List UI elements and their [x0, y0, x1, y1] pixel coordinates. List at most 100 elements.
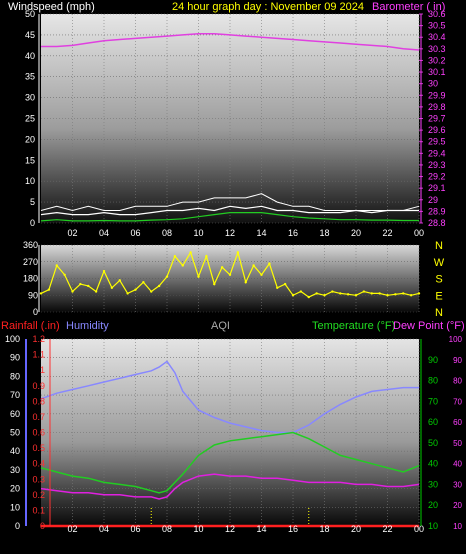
barometer-y-tick-label: 29.3: [428, 160, 446, 170]
wind-direction-point: [63, 273, 66, 276]
dewpoint-y-tick-label: 60: [453, 418, 462, 427]
wind-direction-point: [94, 290, 98, 293]
rainfall-y-tick-label: 0.9: [32, 381, 45, 391]
x-tick-label: 00: [414, 228, 424, 238]
x-tick-label: 14: [256, 524, 266, 534]
compass-label: N: [435, 240, 443, 252]
wind-direction-point: [173, 254, 177, 258]
temperature-y-tick-label: 70: [428, 396, 438, 406]
wind-y-tick-label: 10: [25, 176, 35, 186]
wind-direction-point: [244, 281, 247, 284]
wind-y-tick-label: 0: [30, 218, 35, 228]
temperature-y-tick-label: 90: [428, 355, 438, 365]
compass-label: W: [434, 257, 445, 269]
wind-direction-point: [87, 284, 90, 288]
humidity-y-tick-label: 100: [5, 334, 20, 344]
rainfall-y-tick-label: 0.5: [32, 443, 45, 453]
barometer-y-tick-label: 29.8: [428, 102, 446, 112]
wind-direction-point: [110, 286, 114, 290]
wind-direction-point: [291, 294, 295, 297]
barometer-y-tick-label: 30.5: [428, 21, 446, 31]
wind-direction-point: [213, 282, 216, 286]
rainfall-y-tick-label: 1.1: [32, 350, 45, 360]
wind-direction-point: [189, 251, 192, 254]
x-tick-label: 02: [67, 228, 77, 238]
dewpoint-y-tick-label: 100: [449, 335, 463, 344]
wind-direction-point: [354, 294, 358, 297]
x-tick-label: 10: [193, 524, 203, 534]
wind-y-tick-label: 45: [25, 30, 35, 40]
compass-label: E: [435, 290, 442, 302]
temperature-y-tick-label: 40: [428, 459, 438, 469]
wind-y-tick-label: 30: [25, 93, 35, 103]
wind-direction-point: [39, 292, 43, 295]
wind-direction-point: [126, 292, 129, 295]
rainfall-y-tick-label: 0.7: [32, 412, 45, 422]
wind-direction-point: [55, 264, 58, 267]
dewpoint-y-tick-label: 50: [453, 439, 462, 448]
wind-direction-point: [165, 275, 169, 278]
wind-y-tick-label: 25: [25, 114, 35, 124]
wind-direction-point: [346, 293, 350, 296]
barometer-y-tick-label: 29.9: [428, 90, 446, 100]
wind-direction-point: [370, 292, 373, 295]
x-tick-label: 14: [256, 228, 266, 238]
barometer-y-tick-label: 30.3: [428, 44, 446, 54]
temperature-axis-title: Temperature (°F): [312, 320, 395, 332]
dewpoint-axis-title: Dew Point (°F): [393, 320, 465, 332]
wind-y-tick-label: 40: [25, 51, 35, 61]
dewpoint-y-tick-label: 70: [453, 397, 462, 406]
x-tick-label: 06: [130, 524, 140, 534]
dewpoint-y-tick-label: 90: [453, 356, 462, 365]
x-tick-label: 16: [288, 228, 298, 238]
x-tick-label: 02: [67, 524, 77, 534]
windspeed-axis-title: Windspeed (mph): [8, 1, 95, 13]
wind-direction-point: [276, 286, 279, 290]
wind-direction-point: [260, 273, 263, 276]
wind-direction-point: [197, 275, 200, 278]
x-tick-label: 10: [193, 228, 203, 238]
humidity-axis-title: Humidity: [66, 320, 109, 332]
aqi-label: AQI: [211, 320, 230, 332]
wind-direction-point: [47, 288, 51, 291]
dewpoint-y-tick-label: 10: [453, 522, 462, 531]
x-tick-label: 18: [319, 524, 329, 534]
humidity-y-tick-label: 0: [15, 521, 20, 531]
weather-charts-svg: Windspeed (mph) 24 hour graph day : Nove…: [1, 1, 465, 534]
humidity-y-tick-label: 90: [10, 353, 20, 363]
wind-direction-point: [378, 292, 381, 295]
wind-direction-point: [205, 254, 208, 258]
dewpoint-y-tick-label: 40: [453, 460, 462, 469]
barometer-y-tick-label: 30.4: [428, 32, 446, 42]
wind-y-tick-label: 50: [25, 9, 35, 19]
x-tick-label: 18: [319, 228, 329, 238]
rainfall-y-tick-label: 0.2: [32, 490, 45, 500]
wind-direction-point: [323, 294, 326, 297]
wind-direction-point: [362, 290, 366, 293]
wind-direction-point: [79, 282, 82, 286]
x-tick-label: 04: [99, 228, 109, 238]
wind-direction-point: [220, 266, 224, 269]
x-tick-label: 16: [288, 524, 298, 534]
wind-direction-point: [331, 290, 334, 293]
dewpoint-y-tick-label: 80: [453, 377, 462, 386]
temperature-y-tick-label: 50: [428, 438, 438, 448]
wind-direction-point: [142, 281, 145, 284]
wind-direction-point: [181, 264, 184, 267]
rainfall-y-tick-label: 1.2: [32, 334, 45, 344]
x-tick-label: 06: [130, 228, 140, 238]
direction-y-tick-label: 180: [23, 274, 38, 284]
humidity-y-tick-label: 50: [10, 428, 20, 438]
chart-title: 24 hour graph day : November 09 2024: [172, 1, 364, 13]
barometer-y-tick-label: 30.1: [428, 67, 446, 77]
rainfall-axis-title: Rainfall (.in): [1, 320, 60, 332]
wind-direction-point: [339, 292, 342, 295]
barometer-y-tick-label: 29.2: [428, 172, 446, 182]
wind-direction-point: [150, 290, 153, 293]
wind-direction-point: [252, 264, 255, 267]
barometer-y-tick-label: 30.6: [428, 9, 446, 19]
wind-direction-point: [268, 262, 271, 265]
dewpoint-y-tick-label: 20: [453, 501, 462, 510]
x-tick-label: 12: [225, 524, 235, 534]
humidity-y-tick-label: 10: [10, 502, 20, 512]
